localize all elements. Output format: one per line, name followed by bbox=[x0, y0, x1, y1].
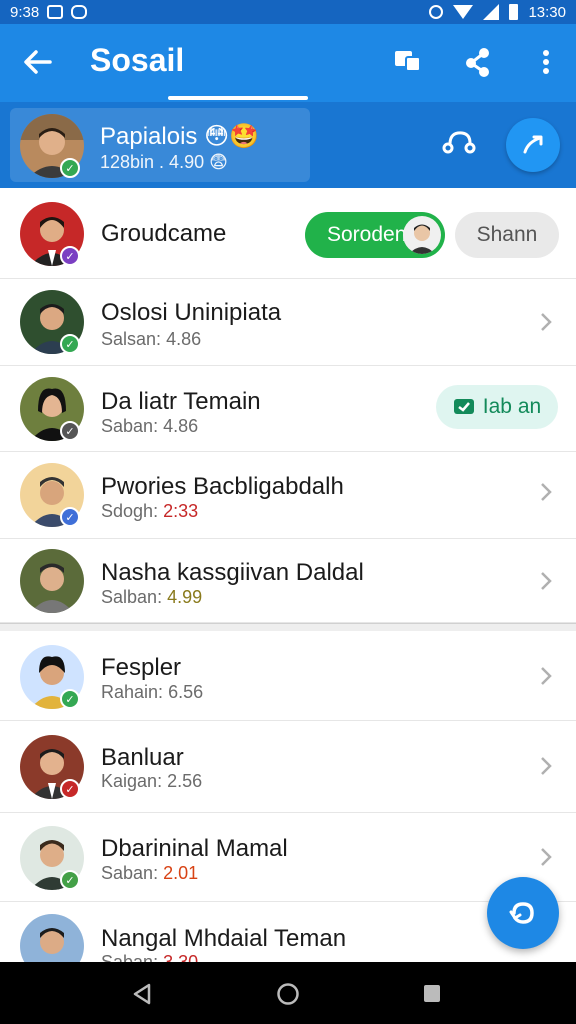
contact-name: Banluar bbox=[101, 744, 184, 771]
contact-name: Pwories Bacbligabdalh bbox=[101, 473, 344, 500]
contact-subtitle: Saban: 2.01 bbox=[101, 863, 199, 883]
more-vert-icon[interactable] bbox=[530, 46, 562, 78]
contact-avatar bbox=[20, 549, 84, 613]
contact-subtitle: Sdogh: 2:33 bbox=[101, 501, 199, 521]
list-item[interactable]: Nasha kassgiivan Daldal Salban: 4.99 bbox=[0, 539, 576, 623]
mini-avatar bbox=[403, 216, 441, 254]
call-button[interactable] bbox=[506, 118, 560, 172]
app-title: Sosail bbox=[90, 42, 185, 78]
verified-badge: ✓ bbox=[60, 158, 80, 178]
share-icon[interactable] bbox=[462, 46, 494, 78]
action-chip[interactable]: Iab an bbox=[436, 385, 558, 429]
back-arrow-icon[interactable] bbox=[20, 44, 56, 80]
chat-bubble-icon bbox=[453, 399, 474, 414]
profile-header[interactable]: ✓ Papialois 😳🤩 128bin . 4.90 😨 bbox=[0, 102, 576, 188]
status-badge: ✓ bbox=[60, 421, 80, 441]
status-badge: ✓ bbox=[60, 334, 80, 354]
emoji-icon: 😨 bbox=[209, 152, 228, 173]
contact-name: Da liatr Temain bbox=[101, 388, 261, 415]
app-bar: Sosail bbox=[0, 24, 576, 102]
contact-subtitle: Saban: 3.30 bbox=[101, 952, 199, 962]
chevron-right-icon bbox=[541, 667, 552, 685]
contact-subtitle: Rahain: 6.56 bbox=[101, 682, 204, 702]
list-item[interactable]: ✓ Fespler Rahain: 6.56 bbox=[0, 631, 576, 721]
chevron-right-icon bbox=[541, 757, 552, 775]
contact-subtitle: Kaigan: 2.56 bbox=[101, 771, 203, 791]
status-clock: 13:30 bbox=[528, 3, 566, 21]
wifi-icon bbox=[453, 5, 474, 19]
contact-subtitle: Salsan: 4.86 bbox=[101, 329, 202, 349]
location-icon bbox=[429, 5, 444, 19]
contact-subtitle: Saban: 4.86 bbox=[101, 416, 199, 436]
emoji-icon: 😳🤩 bbox=[204, 122, 259, 150]
contact-subtitle: Salban: 4.99 bbox=[101, 587, 203, 607]
secondary-button[interactable]: Shann bbox=[455, 212, 559, 258]
status-badge: ✓ bbox=[60, 246, 80, 266]
gallery-icon bbox=[47, 5, 64, 19]
battery-icon bbox=[509, 4, 519, 20]
profile-subtitle: 128bin . 4.90 😨 bbox=[100, 152, 228, 173]
list-item[interactable]: ✓ Banluar Kaigan: 2.56 bbox=[0, 721, 576, 813]
sync-icon[interactable] bbox=[440, 124, 476, 160]
list-item[interactable]: ✓ Oslosi Uninipiata Salsan: 4.86 bbox=[0, 279, 576, 366]
chevron-right-icon bbox=[541, 483, 552, 501]
join-button-label: Soroden bbox=[327, 223, 407, 246]
status-badge: ✓ bbox=[60, 870, 80, 890]
chevron-right-icon bbox=[541, 848, 552, 866]
contact-name: Oslosi Uninipiata bbox=[101, 299, 282, 326]
chat-icon[interactable] bbox=[392, 46, 424, 78]
contact-name: Dbarininal Mamal bbox=[101, 835, 288, 862]
floating-action-button[interactable] bbox=[487, 877, 559, 949]
nav-recents-icon[interactable] bbox=[421, 982, 443, 1006]
status-bar: 9:38 13:30 bbox=[0, 0, 576, 24]
system-nav-bar bbox=[0, 962, 576, 1024]
nav-back-icon[interactable] bbox=[131, 982, 153, 1006]
group-name: Groudcame bbox=[101, 220, 227, 247]
signal-icon bbox=[483, 4, 500, 20]
contact-name: Nangal Mhdaial Teman bbox=[101, 925, 347, 952]
status-badge: ✓ bbox=[60, 779, 80, 799]
section-divider bbox=[0, 623, 576, 631]
status-time: 9:38 bbox=[10, 3, 40, 21]
contact-avatar bbox=[20, 914, 84, 962]
contact-name: Nasha kassgiivan Daldal bbox=[101, 559, 364, 586]
phone-icon bbox=[523, 135, 543, 154]
join-button[interactable]: Soroden bbox=[305, 212, 445, 258]
status-badge: ✓ bbox=[60, 689, 80, 709]
chevron-right-icon bbox=[541, 572, 552, 590]
nav-home-icon[interactable] bbox=[276, 982, 300, 1006]
tab-indicator bbox=[168, 96, 308, 100]
refresh-icon bbox=[509, 902, 534, 924]
list-item[interactable]: ✓ Dbarininal Mamal Saban: 2.01 bbox=[0, 813, 576, 902]
notification-icon bbox=[71, 5, 88, 19]
action-chip-label: Iab an bbox=[482, 395, 542, 418]
chevron-right-icon bbox=[541, 313, 552, 331]
status-badge: ✓ bbox=[60, 507, 80, 527]
list-item[interactable]: ✓ Pwories Bacbligabdalh Sdogh: 2:33 bbox=[0, 452, 576, 539]
profile-name: Papialois 😳🤩 bbox=[100, 122, 259, 150]
contact-name: Fespler bbox=[101, 654, 182, 681]
